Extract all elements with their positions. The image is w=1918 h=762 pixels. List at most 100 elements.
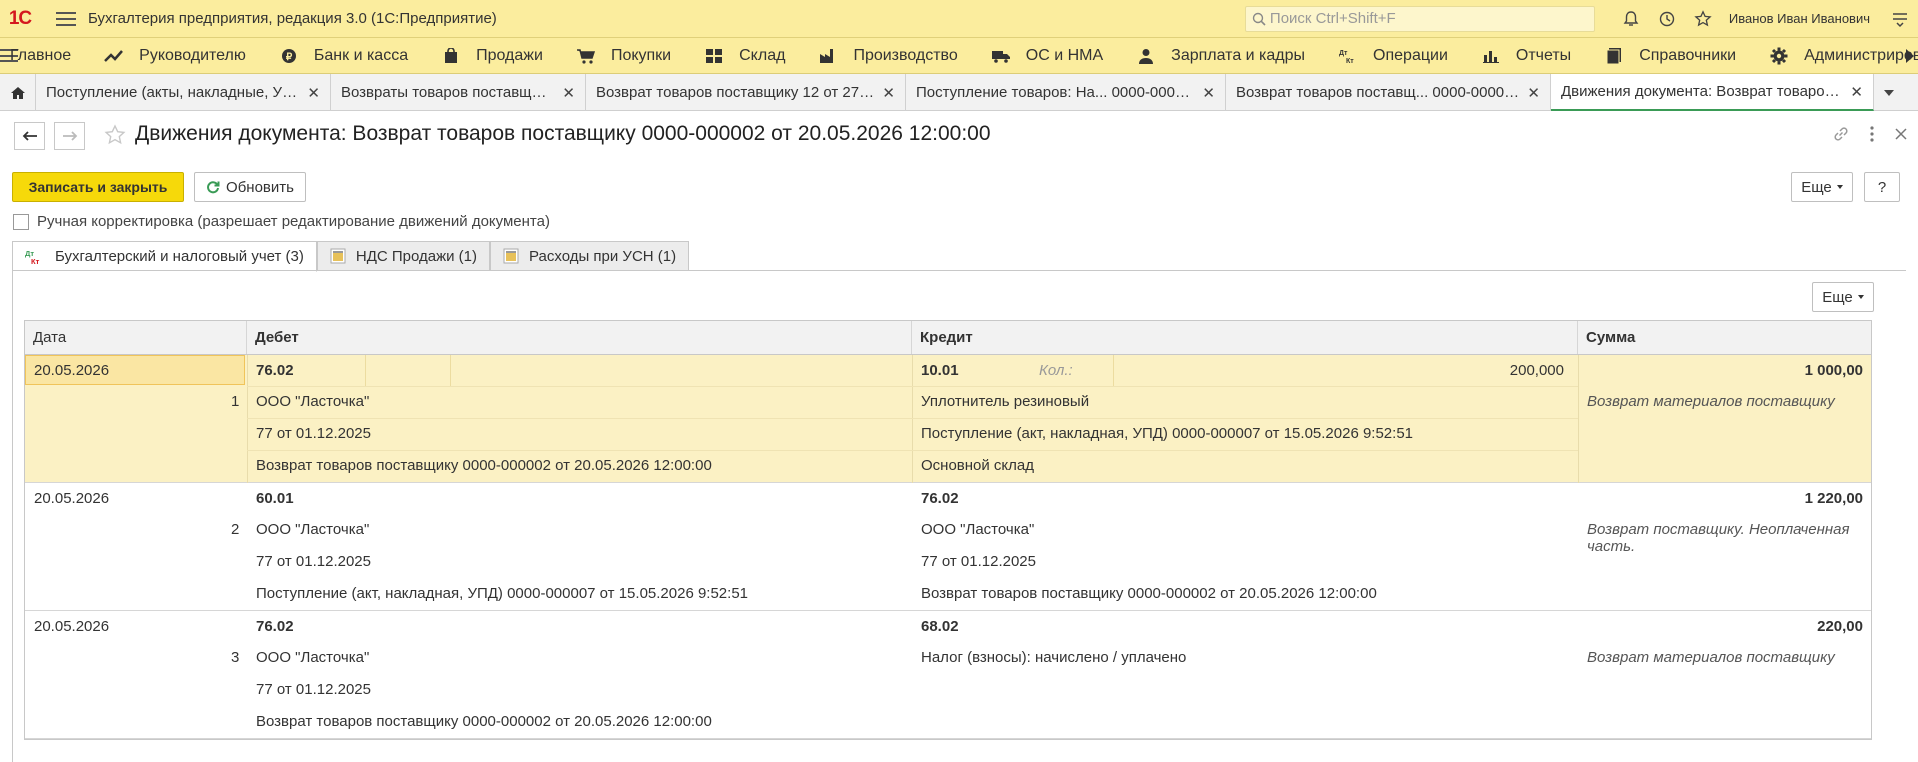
close-form-icon[interactable]	[1894, 127, 1908, 145]
title-bar: 1С Бухгалтерия предприятия, редакция 3.0…	[0, 0, 1918, 38]
section-otchety[interactable]: Отчеты	[1480, 47, 1571, 65]
close-icon[interactable]: ✕	[307, 84, 320, 102]
close-icon[interactable]: ✕	[1527, 84, 1540, 102]
home-icon[interactable]	[0, 74, 36, 111]
credit-subconto-2: Поступление (акт, накладная, УПД) 0000-0…	[921, 425, 1414, 442]
table-more-button[interactable]: Еще	[1812, 282, 1874, 312]
favorite-star-icon[interactable]	[104, 124, 126, 150]
tab-accounting[interactable]: Дт Кт Бухгалтерский и налоговый учет (3)	[12, 241, 317, 272]
favorites-star-icon[interactable]	[1691, 7, 1715, 31]
row-comment-cont: часть.	[1587, 538, 1636, 555]
row-comment: Возврат материалов поставщику	[1587, 393, 1835, 410]
search-input[interactable]: Поиск Ctrl+Shift+F	[1244, 5, 1595, 32]
form-title: Движения документа: Возврат товаров пост…	[135, 122, 991, 145]
credit-subconto-1: ООО "Ласточка"	[921, 521, 1035, 538]
credit-subconto-3: Возврат товаров поставщику 0000-000002 о…	[921, 585, 1377, 602]
table-row[interactable]: 20.05.2026 1 76.02 ООО "Ласточка" 77 от …	[25, 355, 1871, 483]
credit-qty: 200,000	[1509, 362, 1564, 379]
manual-edit-label: Ручная корректировка (разрешает редактир…	[37, 213, 550, 230]
movements-table[interactable]: Дата Дебет Кредит Сумма 20.05.2026 1 76.…	[24, 320, 1872, 740]
save-and-close-button[interactable]: Записать и закрыть	[12, 172, 184, 202]
manual-edit-checkbox[interactable]	[13, 214, 29, 230]
search-icon	[1252, 12, 1266, 26]
debit-subconto-1: ООО "Ласточка"	[256, 393, 370, 410]
form-header-icons	[1832, 125, 1908, 147]
col-debit[interactable]: Дебет	[247, 321, 912, 354]
dt-kt-icon: Дт Кт	[1337, 47, 1359, 65]
register-icon	[503, 248, 519, 264]
row-date: 20.05.2026	[34, 362, 110, 379]
window-tab-postuplenie-list[interactable]: Поступление (акты, накладные, УПД) ✕	[36, 74, 331, 111]
tab-usn-expenses[interactable]: Расходы при УСН (1)	[490, 241, 690, 271]
close-icon[interactable]: ✕	[882, 84, 895, 102]
register-tabs: Дт Кт Бухгалтерский и налоговый учет (3) …	[12, 241, 690, 272]
credit-account: 10.01	[921, 362, 959, 379]
table-row[interactable]: 20.05.2026 2 60.01 ООО "Ласточка" 77 от …	[25, 483, 1871, 611]
debit-subconto-3: Возврат товаров поставщику 0000-000002 о…	[256, 457, 712, 474]
debit-subconto-1: ООО "Ласточка"	[256, 521, 370, 538]
arrow-right-icon	[62, 131, 77, 141]
close-icon[interactable]: ✕	[562, 84, 575, 102]
tabs-dropdown-icon[interactable]	[1874, 74, 1904, 111]
app-title: Бухгалтерия предприятия, редакция 3.0 (1…	[88, 10, 497, 27]
cart-icon	[575, 47, 597, 65]
logo: 1С	[8, 7, 32, 29]
col-sum[interactable]: Сумма	[1578, 321, 1871, 354]
qty-label: Кол.:	[1039, 362, 1073, 379]
forward-button[interactable]	[54, 122, 85, 150]
debit-subconto-2: 77 от 01.12.2025	[256, 681, 371, 698]
window-tab-postuplenie-7[interactable]: Поступление товаров: На... 0000-000007 ✕	[906, 74, 1226, 111]
book-icon	[1603, 47, 1625, 65]
settings-menu-icon[interactable]	[1888, 7, 1912, 31]
row-date: 20.05.2026	[34, 490, 110, 507]
main-menu-icon[interactable]	[56, 11, 76, 26]
section-pokupki[interactable]: Покупки	[575, 47, 671, 65]
tab-vat-sales[interactable]: НДС Продажи (1)	[316, 241, 491, 271]
sections-scroll-right-icon[interactable]	[1906, 49, 1914, 63]
credit-account: 68.02	[921, 618, 959, 635]
user-name[interactable]: Иванов Иван Иванович	[1729, 11, 1870, 26]
section-proizvodstvo[interactable]: Производство	[817, 47, 958, 65]
debit-account: 60.01	[256, 490, 294, 507]
window-tab-vozvrat-12[interactable]: Возврат товаров поставщику 12 от 27.0...…	[586, 74, 906, 111]
close-icon[interactable]: ✕	[1850, 83, 1863, 101]
row-date: 20.05.2026	[34, 618, 110, 635]
col-date[interactable]: Дата	[25, 321, 247, 354]
bell-icon[interactable]	[1619, 7, 1643, 31]
window-tab-vozvraty-list[interactable]: Возвраты товаров поставщикам ✕	[331, 74, 586, 111]
svg-text:Кт: Кт	[31, 257, 40, 266]
help-button[interactable]: ?	[1864, 172, 1900, 202]
back-button[interactable]	[14, 122, 45, 150]
debit-subconto-1: ООО "Ласточка"	[256, 649, 370, 666]
row-sum: 1 220,00	[1804, 490, 1863, 507]
table-header: Дата Дебет Кредит Сумма	[25, 321, 1871, 355]
history-icon[interactable]	[1655, 7, 1679, 31]
credit-account: 76.02	[921, 490, 959, 507]
section-rukovoditelyu[interactable]: Руководителю	[103, 47, 246, 65]
dt-kt-icon: Дт Кт	[25, 248, 45, 266]
section-administrirovanie[interactable]: Администриров	[1768, 47, 1918, 65]
more-vertical-icon[interactable]	[1870, 126, 1874, 146]
section-prodazhi[interactable]: Продажи	[440, 47, 543, 65]
section-zarplata[interactable]: Зарплата и кадры	[1135, 47, 1305, 65]
refresh-button[interactable]: Обновить	[194, 172, 306, 202]
section-operacii[interactable]: Дт Кт Операции	[1337, 47, 1448, 65]
bar-chart-icon	[1480, 47, 1502, 65]
window-tab-dvizheniya[interactable]: Движения документа: Возврат товаров ... ✕	[1551, 74, 1874, 111]
section-glavnoe[interactable]: Главное	[10, 47, 71, 65]
section-sklad[interactable]: Склад	[703, 47, 785, 65]
section-os-nma[interactable]: ОС и НМА	[990, 47, 1103, 65]
more-button[interactable]: Еще	[1791, 172, 1853, 202]
person-icon	[1135, 47, 1157, 65]
section-spravochniki[interactable]: Справочники	[1603, 47, 1736, 65]
row-comment: Возврат поставщику. Неоплаченная	[1587, 521, 1850, 538]
close-icon[interactable]: ✕	[1202, 84, 1215, 102]
row-number: 1	[231, 393, 240, 410]
arrow-left-icon	[22, 131, 37, 141]
window-tab-vozvrat-2[interactable]: Возврат товаров поставщ... 0000-000002 ✕	[1226, 74, 1551, 111]
table-row[interactable]: 20.05.2026 3 76.02 ООО "Ласточка" 77 от …	[25, 611, 1871, 739]
link-icon[interactable]	[1832, 125, 1850, 147]
col-credit[interactable]: Кредит	[912, 321, 1578, 354]
gear-icon	[1768, 47, 1790, 65]
section-bank-kassa[interactable]: ₽ Банк и касса	[278, 47, 408, 65]
